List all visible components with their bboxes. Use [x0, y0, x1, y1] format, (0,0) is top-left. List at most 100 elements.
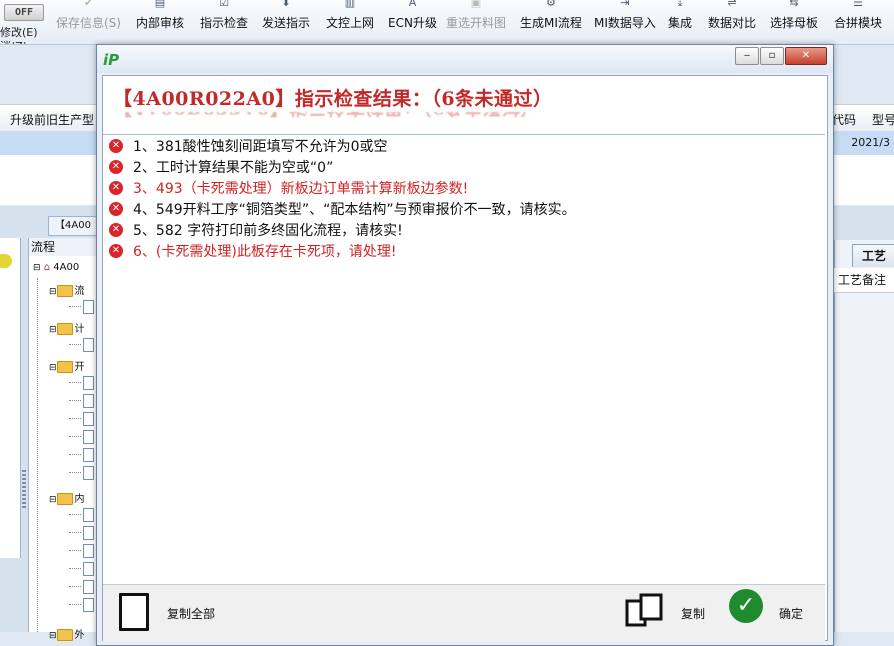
folder-icon: [56, 323, 73, 335]
collapse-icon[interactable]: ⊟: [33, 263, 41, 273]
collapse-icon[interactable]: ⊟: [49, 363, 57, 373]
window-controls: ‒ ▫ ✕: [734, 47, 827, 67]
document-icon[interactable]: [83, 508, 94, 522]
grid-cell-date: 2021/3: [851, 136, 890, 149]
off-toggle-switch[interactable]: OFF: [4, 4, 44, 21]
tree-node-4[interactable]: ⊟ 外: [49, 626, 85, 641]
splitter-grip[interactable]: [22, 470, 26, 510]
toolbar-button-5[interactable]: A ECN升级: [388, 0, 437, 44]
toolbar-button-11[interactable]: ⇆ 选择母板: [770, 0, 818, 44]
toolbar-button-9[interactable]: ⤓ 集成: [668, 0, 692, 44]
process-tree: 流程 ⊟ ⌂ 4A00 ⊟ 流 ⊟ 计 ⊟ 开 ⊟ 内 ⊟ 外: [28, 238, 103, 641]
error-message-text: 6、(卡死需处理)此板存在卡死项，请处理!: [133, 244, 397, 260]
toolbar-button-6[interactable]: ▣ 重选开料图: [446, 0, 506, 44]
document-icon[interactable]: [83, 394, 94, 408]
toolbar-button-8[interactable]: ⇥ MI数据导入: [594, 0, 656, 44]
tree-node-3[interactable]: ⊟ 内: [49, 490, 85, 505]
toolbar-button-label: 选择母板: [770, 16, 819, 30]
error-icon: ✕: [109, 181, 123, 195]
document-icon[interactable]: [83, 580, 94, 594]
tree-line: [69, 454, 81, 455]
document-icon[interactable]: [83, 544, 94, 558]
letter-a-icon: A: [408, 0, 417, 9]
document-icon[interactable]: [83, 338, 94, 352]
grid-col-code[interactable]: 代码: [832, 111, 856, 128]
tree-line: [69, 418, 81, 419]
dialog-titlebar[interactable]: iP ‒ ▫ ✕: [97, 45, 833, 73]
collapse-icon[interactable]: ⊟: [49, 495, 57, 505]
left-side-panel: [0, 238, 21, 558]
toolbar-button-label: 重选开料图: [446, 16, 507, 30]
checkmark-icon: ✓: [729, 589, 763, 623]
error-icon: ✕: [109, 202, 123, 216]
gears-icon: ⚙: [546, 0, 556, 9]
error-icon: ✕: [109, 244, 123, 258]
toolbar-button-1[interactable]: ▤ 内部审核: [136, 0, 184, 44]
error-message-row[interactable]: ✕ 5、582 字符打印前多终固化流程，请核实!: [109, 221, 403, 241]
error-message-text: 2、工时计算结果不能为空或“0”: [133, 160, 334, 176]
document-icon[interactable]: [83, 300, 94, 314]
error-message-row[interactable]: ✕ 2、工时计算结果不能为空或“0”: [109, 158, 333, 178]
tree-root-node[interactable]: ⊟ ⌂ 4A00: [33, 262, 79, 273]
tree-title: 流程: [29, 238, 103, 256]
tree-line: [69, 532, 81, 533]
document-icon[interactable]: [83, 430, 94, 444]
error-message-text: 5、582 字符打印前多终固化流程，请核实!: [133, 223, 403, 239]
error-message-row[interactable]: ✕ 1、381酸性蚀刻间距填写不允许为0或空: [109, 137, 388, 157]
document-icon[interactable]: [83, 412, 94, 426]
tree-line: [69, 586, 81, 587]
ok-button[interactable]: ✓ 确定: [729, 585, 819, 633]
tree-node-0[interactable]: ⊟ 流: [49, 282, 85, 297]
document-icon[interactable]: [83, 562, 94, 576]
folder-icon: [56, 629, 73, 641]
tree-node-label: 流: [74, 286, 85, 297]
tree-line: [69, 436, 81, 437]
toolbar-button-label: 数据对比: [708, 16, 757, 30]
document-icon[interactable]: [83, 448, 94, 462]
document-icon[interactable]: [83, 466, 94, 480]
copy-all-label: 复制全部: [167, 607, 216, 621]
copy-button[interactable]: 复制: [625, 585, 715, 633]
grid-col-old-model[interactable]: 升级前旧生产型: [10, 111, 94, 128]
error-icon: ✕: [109, 139, 123, 153]
grid-col-model[interactable]: 型号: [872, 111, 894, 128]
toolbar-left-area: OFF 修改(E) 消(Z): [0, 0, 50, 44]
error-icon: ✕: [109, 223, 123, 237]
close-button[interactable]: ✕: [785, 47, 827, 65]
maximize-button[interactable]: ▫: [760, 47, 784, 65]
check-icon: ✔: [83, 0, 94, 9]
printer-icon: ▤: [154, 0, 166, 9]
tree-node-1[interactable]: ⊟ 计: [49, 320, 85, 335]
minimize-button[interactable]: ‒: [735, 47, 759, 65]
collapse-icon[interactable]: ⊟: [49, 287, 57, 297]
tab-process[interactable]: 工艺: [852, 244, 894, 267]
error-message-row[interactable]: ✕ 3、493（卡死需处理）新板边订单需计算新板边参数!: [109, 179, 468, 199]
document-icon[interactable]: [83, 376, 94, 390]
toolbar-button-2[interactable]: ☑ 指示检查: [200, 0, 248, 44]
toolbar-button-0[interactable]: ✔ 保存信息(S): [56, 0, 121, 44]
document-icon[interactable]: [83, 526, 94, 540]
image-icon: ▣: [470, 0, 482, 9]
dialog-heading: 【4A00R022A0】指示检查结果：（6条未通过）: [113, 88, 553, 110]
toolbar-button-4[interactable]: ▥ 文控上网: [326, 0, 374, 44]
tree-node-2[interactable]: ⊟ 开: [49, 358, 85, 373]
error-message-row[interactable]: ✕ 6、(卡死需处理)此板存在卡死项，请处理!: [109, 242, 396, 262]
check-result-dialog: iP ‒▫✕ 【4A00R022A0】指示检查结果：（6条未通过） 【4A00R…: [96, 44, 834, 646]
toolbar-button-10[interactable]: ⇌ 数据对比: [708, 0, 756, 44]
error-message-row[interactable]: ✕ 4、549开料工序“铜箔类型”、“配本结构”与预审报价不一致，请核实。: [109, 200, 576, 220]
collapse-icon[interactable]: ⊟: [49, 325, 57, 335]
document-icon[interactable]: [83, 598, 94, 612]
toolbar-button-12[interactable]: ☰ 合拼模块: [834, 0, 882, 44]
cancel-menu-item[interactable]: 消(Z): [0, 38, 27, 44]
toolbar-button-3[interactable]: ⬇ 发送指示: [262, 0, 310, 44]
document-icon: ▥: [344, 0, 356, 9]
collapse-icon[interactable]: ⊟: [49, 631, 57, 641]
toolbar-button-label: 发送指示: [262, 16, 311, 30]
toolbar-button-7[interactable]: ⚙ 生成MI流程: [520, 0, 582, 44]
tree-root-label: 4A00: [53, 262, 80, 273]
toolbar-button-label: 指示检查: [200, 16, 249, 30]
copy-all-button[interactable]: 复制全部: [119, 585, 229, 633]
error-message-list: ✕ 1、381酸性蚀刻间距填写不允许为0或空 ✕ 2、工时计算结果不能为空或“0” ✕ 3…: [103, 134, 825, 585]
error-message-text: 1、381酸性蚀刻间距填写不允许为0或空: [133, 139, 388, 155]
heading-reflection: 【4A00R022A0】指示检查结果：（6条未通过）: [113, 112, 540, 122]
